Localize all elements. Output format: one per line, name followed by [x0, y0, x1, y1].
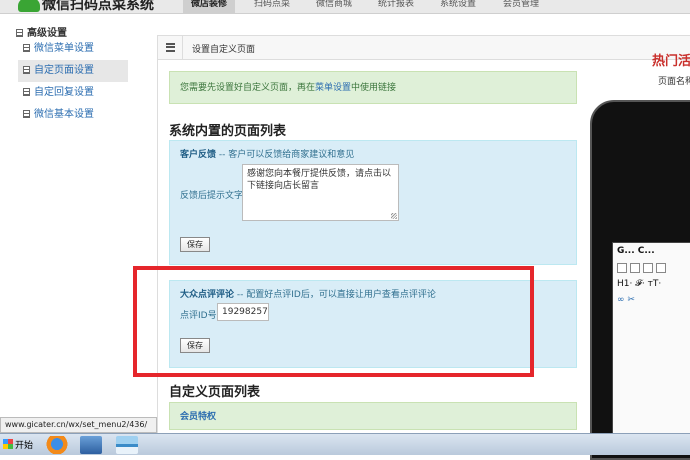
- sidebar-item-custom-page[interactable]: 自定页面设置: [18, 60, 128, 82]
- sidebar-item-custom-reply[interactable]: 自定回复设置: [18, 82, 128, 104]
- breadcrumb-title: 设置自定义页面: [192, 45, 256, 55]
- toolbar-button-icon[interactable]: [656, 263, 666, 273]
- nav-tab-system-settings[interactable]: 系统设置: [440, 0, 476, 14]
- top-navbar: 微信扫码点菜系统 微店装修 扫码点菜 微信商城 统计报表 系统设置 会员管理: [0, 0, 690, 14]
- toolbar-button-icon[interactable]: [617, 263, 627, 273]
- member-privilege-panel: 会员特权: [169, 402, 577, 430]
- sidebar-item-label: 自定页面设置: [34, 65, 94, 76]
- firefox-icon[interactable]: [46, 436, 68, 454]
- feedback-save-button[interactable]: 保存: [180, 237, 210, 252]
- feedback-text-textarea[interactable]: 感谢您向本餐厅提供反馈，请点击以下链接向店长留言: [242, 164, 399, 221]
- sidebar-item-wechat-menu[interactable]: 微信菜单设置: [18, 38, 128, 60]
- toolbar-button-icon[interactable]: [630, 263, 640, 273]
- editor-toolbar-row: [617, 263, 669, 274]
- windows-taskbar: 开始: [0, 433, 690, 455]
- breadcrumb: 设置自定义页面: [158, 36, 690, 60]
- editor-format-row[interactable]: H1· 𝓕· ᴛT·: [617, 279, 661, 289]
- resize-grip-icon[interactable]: [391, 213, 397, 219]
- feedback-panel-title: 客户反馈 -- 客户可以反馈给商家建议和意见: [180, 150, 355, 160]
- nav-tab-member-management[interactable]: 会员管理: [503, 0, 539, 14]
- member-panel-title: 会员特权: [180, 412, 217, 422]
- nav-tab-scan-order[interactable]: 扫码点菜: [254, 0, 290, 14]
- sidebar: 高级设置 微信菜单设置 自定页面设置 自定回复设置 微信基本设置: [0, 20, 150, 420]
- highlight-annotation: [133, 266, 534, 377]
- sidebar-item-label: 微信基本设置: [34, 109, 94, 120]
- monitor-app-icon[interactable]: [80, 436, 102, 454]
- sidebar-item-label: 微信菜单设置: [34, 43, 94, 54]
- feedback-text-label: 反馈后提示文字: [180, 191, 244, 201]
- browser-status-url: www.gicater.cn/wx/set_menu2/436/: [0, 417, 157, 433]
- custom-pages-heading: 自定义页面列表: [169, 385, 261, 400]
- preview-page-name-label: 页面名称: [658, 77, 690, 87]
- editor-link-row[interactable]: ∞ ✂: [617, 295, 635, 305]
- list-icon: [23, 66, 30, 74]
- editor-toolbar-text: G... C...: [617, 246, 655, 256]
- list-icon: [23, 110, 30, 118]
- sidebar-heading: 高级设置: [16, 24, 67, 39]
- sidebar-item-label: 自定回复设置: [34, 87, 94, 98]
- feedback-panel: 客户反馈 -- 客户可以反馈给商家建议和意见 反馈后提示文字 感谢您向本餐厅提供…: [169, 140, 577, 265]
- info-notice: 您需要先设置好自定义页面，再在菜单设置中使用链接: [169, 71, 577, 104]
- builtin-pages-heading: 系统内置的页面列表: [169, 124, 287, 139]
- toolbar-button-icon[interactable]: [643, 263, 653, 273]
- phone-editor-screen: G... C... H1· 𝓕· ᴛT· ∞ ✂: [612, 242, 690, 442]
- preview-title: 热门活: [652, 54, 690, 69]
- list-icon: [23, 88, 30, 96]
- sidebar-item-wechat-basic[interactable]: 微信基本设置: [18, 104, 128, 126]
- breadcrumb-divider: [182, 36, 183, 60]
- windows-logo-icon: [3, 439, 13, 449]
- menu-settings-link[interactable]: 菜单设置: [315, 83, 351, 93]
- start-button[interactable]: 开始: [3, 438, 33, 451]
- nav-tab-wechat-mall[interactable]: 微信商城: [316, 0, 352, 14]
- menu-icon[interactable]: [166, 43, 175, 52]
- wechat-logo-icon: [18, 0, 40, 12]
- list-icon: [16, 29, 23, 37]
- app-title: 微信扫码点菜系统: [42, 0, 154, 13]
- app-logo: 微信扫码点菜系统: [18, 0, 154, 14]
- nav-tab-shop-decoration[interactable]: 微店装修: [183, 0, 236, 14]
- image-viewer-icon[interactable]: [116, 436, 138, 454]
- list-icon: [23, 44, 30, 52]
- nav-tab-reports[interactable]: 统计报表: [378, 0, 414, 14]
